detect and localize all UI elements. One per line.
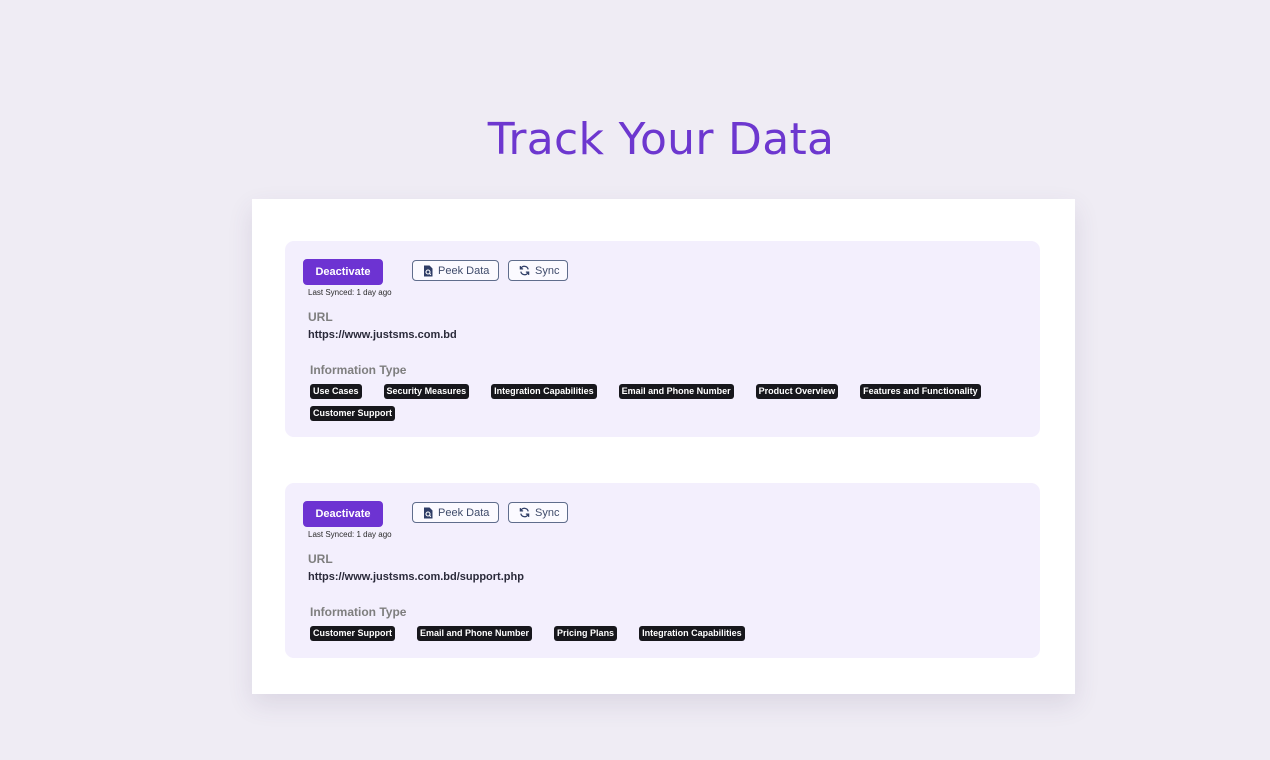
sync-button[interactable]: Sync	[508, 260, 568, 281]
peek-data-button[interactable]: Peek Data	[412, 502, 499, 523]
url-value: https://www.justsms.com.bd	[308, 329, 457, 341]
information-type-tag: Pricing Plans	[554, 626, 618, 641]
information-type-tag: Customer Support	[310, 626, 396, 641]
sync-icon	[519, 265, 530, 276]
information-type-tag: Security Measures	[383, 384, 470, 399]
deactivate-button[interactable]: Deactivate	[303, 259, 383, 285]
information-type-tag: Use Cases	[310, 384, 362, 399]
sync-button[interactable]: Sync	[508, 502, 568, 523]
information-type-tag: Product Overview	[755, 384, 839, 399]
file-search-icon	[423, 265, 433, 277]
information-type-tag: Email and Phone Number	[417, 626, 533, 641]
sync-label: Sync	[535, 506, 560, 519]
information-type-tag: Integration Capabilities	[639, 626, 745, 641]
peek-data-label: Peek Data	[438, 264, 490, 277]
peek-data-label: Peek Data	[438, 506, 490, 519]
data-source-card: Deactivate Peek Data Sync Last Synced: 1…	[285, 241, 1040, 437]
data-source-card: Deactivate Peek Data Sync Last Synced: 1…	[285, 483, 1040, 658]
page-title: Track Your Data	[487, 114, 835, 165]
url-label: URL	[308, 310, 333, 324]
sync-label: Sync	[535, 264, 560, 277]
last-synced-text: Last Synced: 1 day ago	[308, 530, 392, 539]
last-synced-text: Last Synced: 1 day ago	[308, 288, 392, 297]
information-type-label: Information Type	[310, 605, 407, 619]
file-search-icon	[423, 507, 433, 519]
information-type-tag: Email and Phone Number	[618, 384, 734, 399]
data-sources-panel: Deactivate Peek Data Sync Last Synced: 1…	[252, 199, 1075, 694]
peek-data-button[interactable]: Peek Data	[412, 260, 499, 281]
deactivate-button[interactable]: Deactivate	[303, 501, 383, 527]
information-type-tag: Features and Functionality	[860, 384, 981, 399]
url-value: https://www.justsms.com.bd/support.php	[308, 571, 524, 583]
sync-icon	[519, 507, 530, 518]
information-type-tag: Customer Support	[310, 406, 396, 421]
information-type-tags: Customer Support Email and Phone Number …	[310, 626, 1010, 641]
information-type-tags: Use Cases Security Measures Integration …	[310, 384, 1010, 421]
url-label: URL	[308, 552, 333, 566]
information-type-label: Information Type	[310, 363, 407, 377]
information-type-tag: Integration Capabilities	[491, 384, 597, 399]
